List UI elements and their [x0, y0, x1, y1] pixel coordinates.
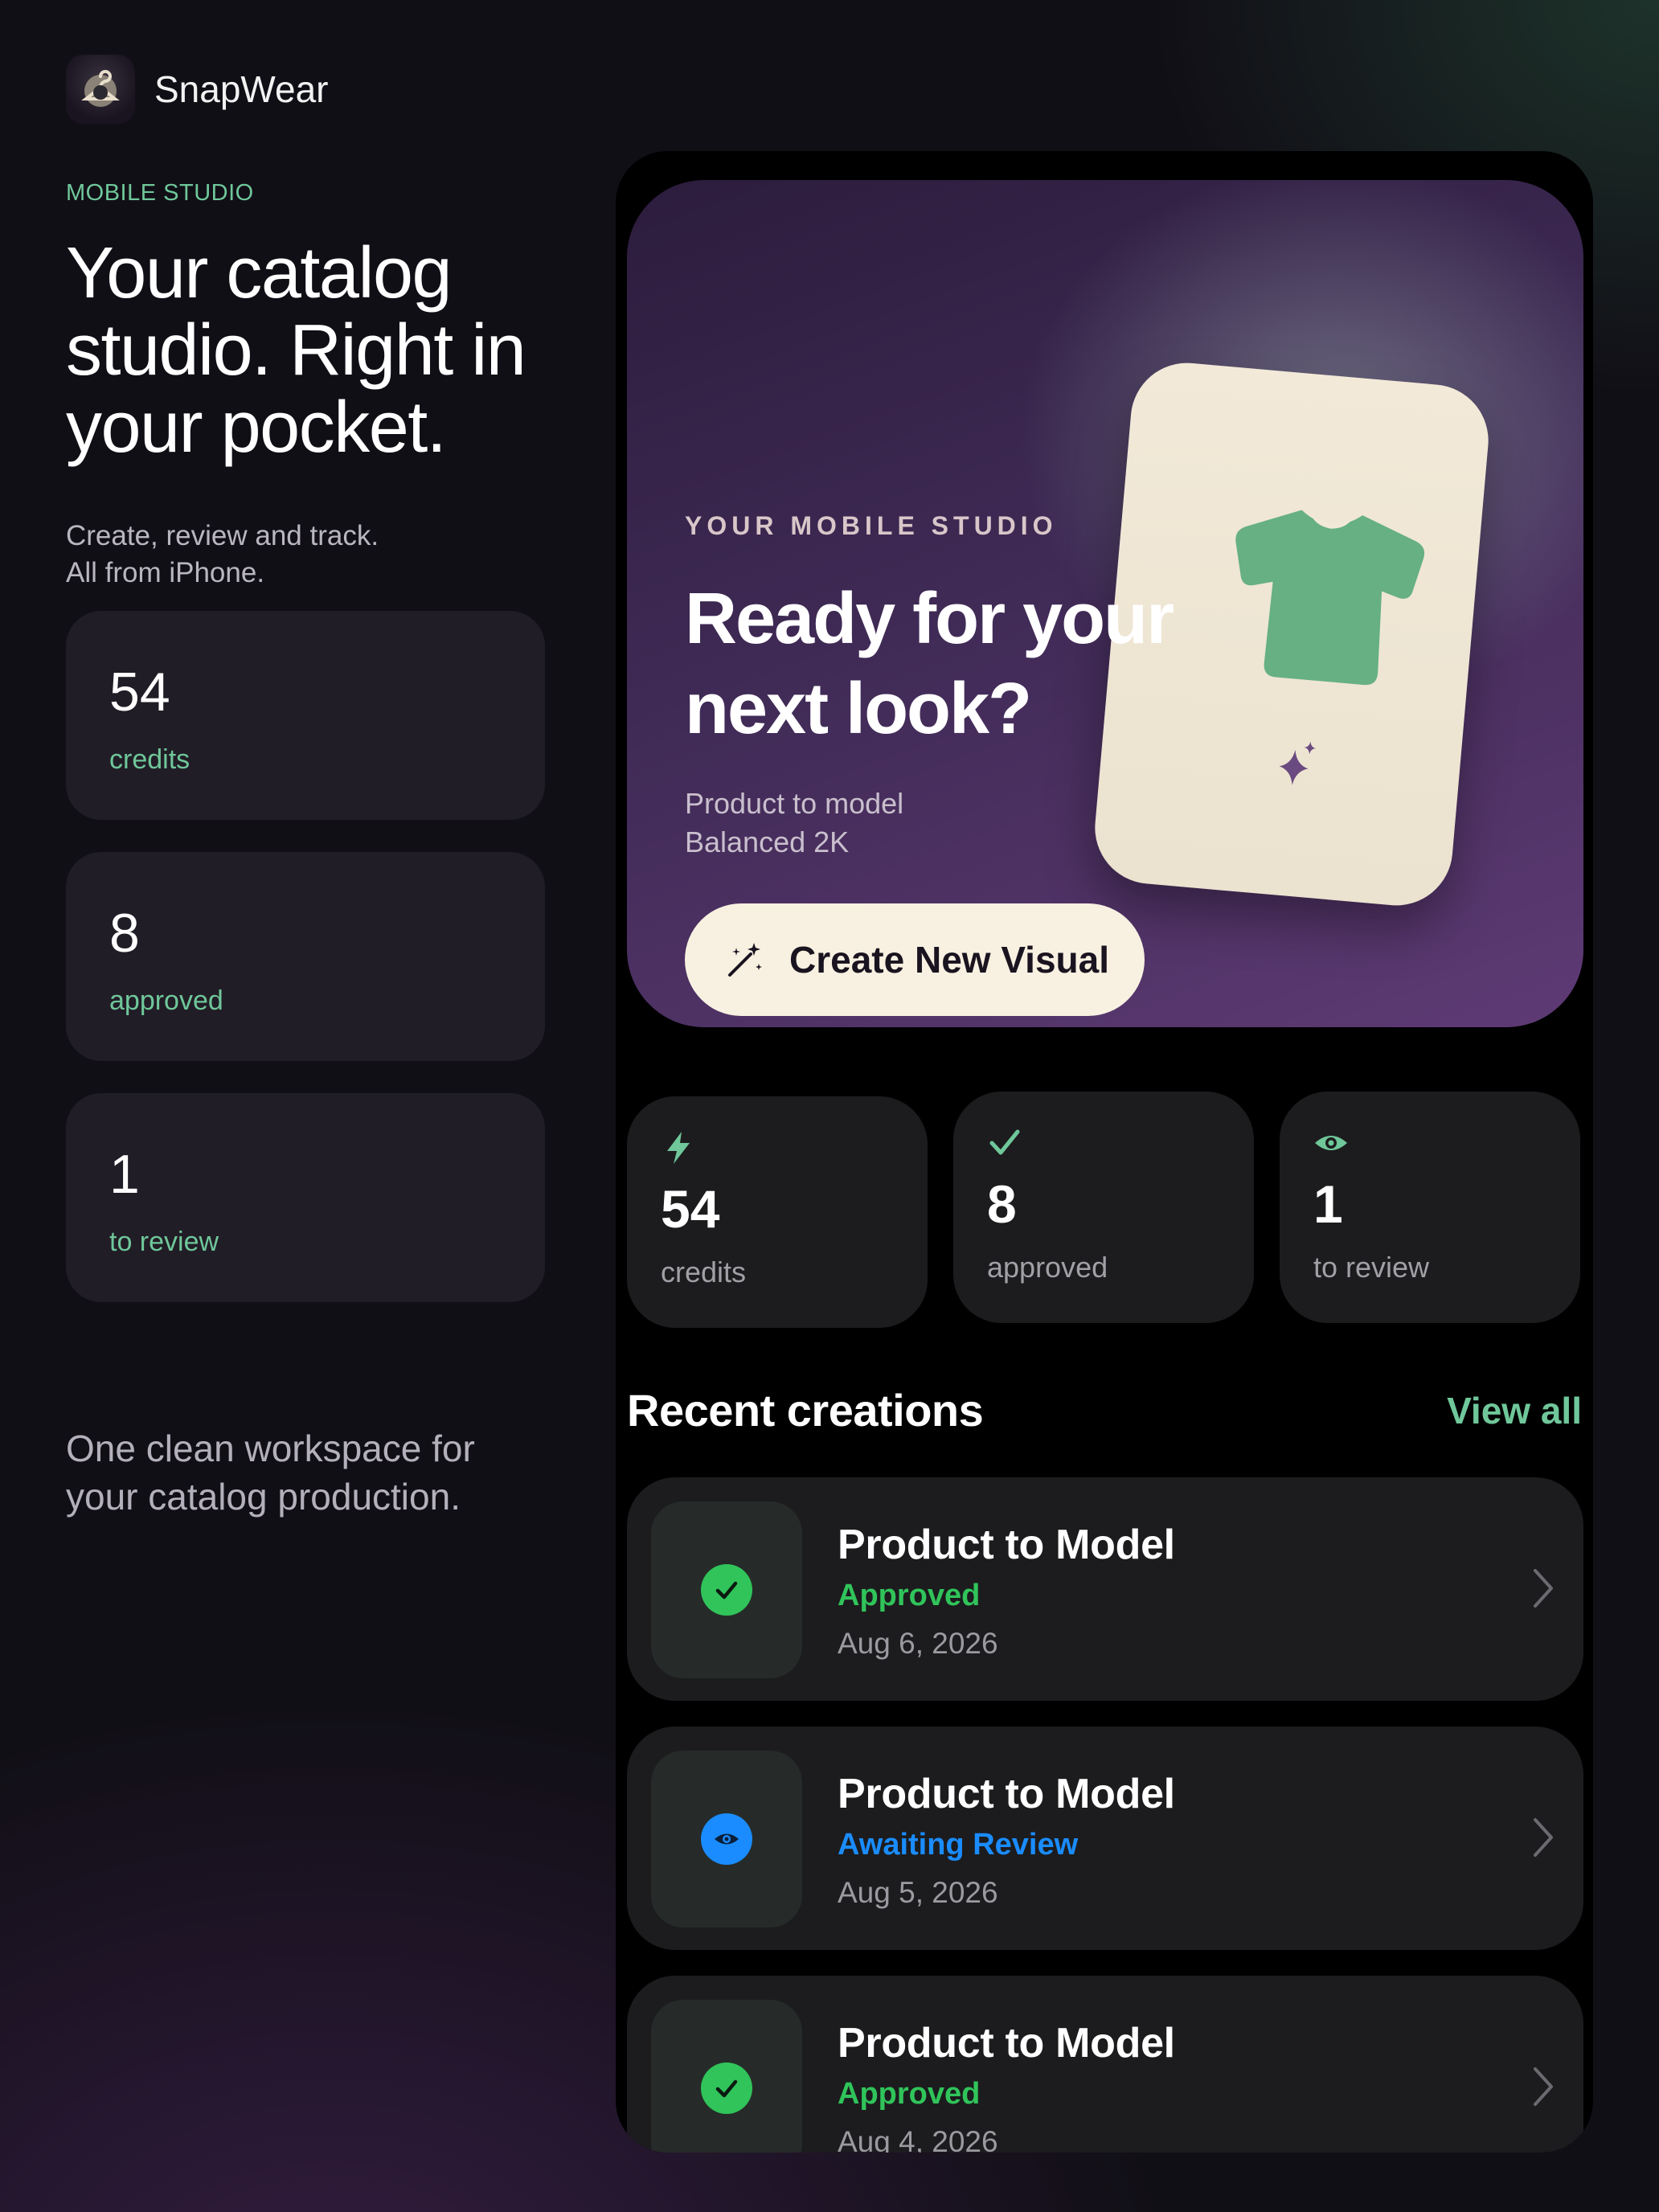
eye-icon: [1315, 1136, 1347, 1150]
stat-label: approved: [109, 985, 223, 1016]
hero-card: YOUR MOBILE STUDIO Ready for your next l…: [627, 180, 1583, 1027]
stat-label: credits: [109, 744, 190, 775]
stat-label: approved: [987, 1251, 1108, 1284]
recent-creations-title: Recent creations: [627, 1385, 984, 1436]
stat-label: credits: [661, 1256, 747, 1288]
create-new-visual-button[interactable]: Create New Visual: [685, 903, 1145, 1016]
phone-stat-approved: 8 approved: [953, 1092, 1254, 1323]
intro-subtitle-line: Create, review and track.: [66, 520, 379, 551]
status-badge: Approved: [838, 2077, 981, 2111]
hero-eyebrow: YOUR MOBILE STUDIO: [685, 511, 1058, 540]
hero-meta-line: Balanced 2K: [685, 825, 850, 858]
phone-preview: YOUR MOBILE STUDIO Ready for your next l…: [616, 151, 1593, 2153]
list-item[interactable]: Product to Model Approved Aug 4, 2026: [627, 1976, 1583, 2153]
intro-footer-line: your catalog production.: [66, 1476, 461, 1518]
stat-label: to review: [1313, 1251, 1430, 1284]
stat-value: 8: [987, 1174, 1017, 1234]
check-circle-icon: [701, 2062, 752, 2114]
hero-meta-line: Product to model: [685, 787, 904, 820]
chevron-right-icon: [1534, 1569, 1553, 1608]
creation-date: Aug 4, 2026: [838, 2125, 998, 2153]
phone-stat-to-review: 1 to review: [1280, 1092, 1580, 1323]
creation-date: Aug 5, 2026: [838, 1876, 998, 1909]
chevron-right-icon: [1534, 2067, 1553, 2106]
checkmark-icon: [989, 1129, 1020, 1155]
summary-stat-approved: 8 approved: [66, 852, 545, 1061]
intro-eyebrow: MOBILE STUDIO: [66, 180, 254, 206]
creation-thumbnail: [651, 1751, 802, 1927]
hero-meta: Product to model Balanced 2K: [685, 784, 903, 862]
stat-value: 1: [1313, 1174, 1343, 1234]
hero-title: Ready for your next look?: [685, 574, 1408, 754]
lightning-icon: [667, 1132, 690, 1164]
status-badge: Approved: [838, 1579, 981, 1612]
list-item[interactable]: Product to Model Awaiting Review Aug 5, …: [627, 1727, 1583, 1950]
phone-stat-credits: 54 credits: [627, 1096, 928, 1328]
summary-stat-credits: 54 credits: [66, 611, 545, 820]
view-all-link[interactable]: View all: [1447, 1389, 1582, 1432]
check-circle-icon: [701, 1564, 752, 1616]
brand-name: SnapWear: [154, 68, 329, 110]
summary-stat-to-review: 1 to review: [66, 1093, 545, 1302]
eye-circle-icon: [701, 1813, 752, 1865]
list-item[interactable]: Product to Model Approved Aug 6, 2026: [627, 1477, 1583, 1701]
intro-subtitle: Create, review and track. All from iPhon…: [66, 518, 580, 592]
hero-title-line: Ready for your: [685, 579, 1174, 659]
creation-title: Product to Model: [838, 2020, 1175, 2067]
creation-date: Aug 6, 2026: [838, 1627, 998, 1660]
stat-value: 8: [109, 903, 140, 964]
stat-label: to review: [109, 1227, 219, 1257]
chevron-right-icon: [1534, 1818, 1553, 1857]
creation-title: Product to Model: [838, 1771, 1175, 1817]
hanger-logo-icon: [66, 55, 135, 124]
magic-wand-icon: [728, 943, 762, 977]
creation-title: Product to Model: [838, 1522, 1175, 1568]
stat-value: 1: [109, 1144, 140, 1205]
status-badge: Awaiting Review: [838, 1828, 1079, 1862]
intro-subtitle-line: All from iPhone.: [66, 557, 265, 588]
create-new-visual-label: Create New Visual: [789, 939, 1110, 981]
intro-footer-line: One clean workspace for: [66, 1428, 475, 1469]
brand: SnapWear: [66, 55, 329, 124]
creation-thumbnail: [651, 1501, 802, 1678]
stat-value: 54: [109, 662, 170, 723]
stat-value: 54: [661, 1179, 720, 1239]
hero-title-line: next look?: [685, 669, 1032, 749]
intro-footer: One clean workspace for your catalog pro…: [66, 1424, 596, 1521]
intro-headline: Your catalog studio. Right in your pocke…: [66, 233, 526, 468]
creation-thumbnail: [651, 2000, 802, 2153]
